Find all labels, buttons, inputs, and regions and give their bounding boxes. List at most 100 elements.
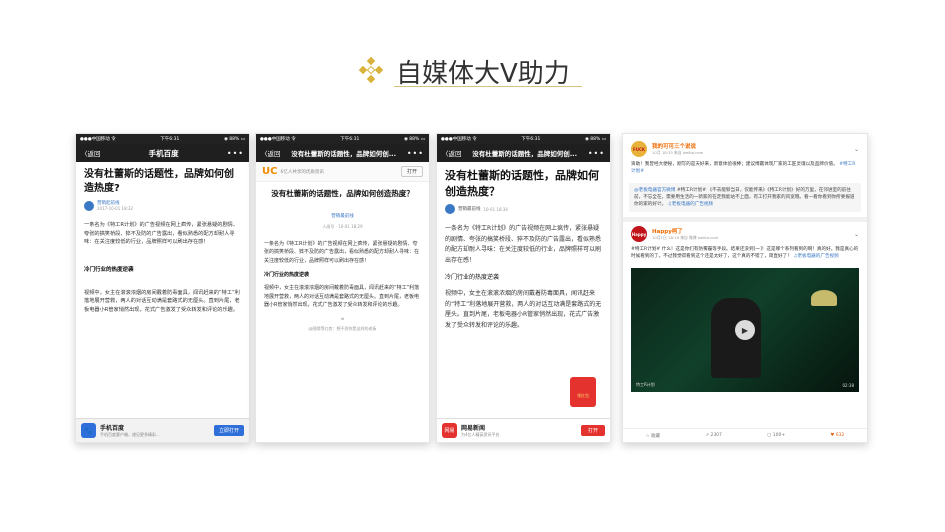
slide-title-area: 自媒体大V助力 (0, 50, 945, 90)
article-subheading: 冷门行业的热度逆袭 (264, 272, 310, 279)
article-paragraph-2: 视频中，女主在滚滚浓烟的房间戴着防毒面具，闻讯赶来的“特工”利落地展开营救，两人… (84, 289, 240, 313)
netease-logo-icon: 网易 (442, 423, 457, 438)
author-name[interactable]: 营销最前线 (331, 214, 354, 219)
nav-bar: 〈返回 手机百度 ••• (76, 144, 249, 162)
uc-logo: UC (262, 166, 278, 177)
more-icon[interactable]: ••• (588, 149, 605, 158)
banner-app-name: 手机百度 (100, 425, 125, 432)
publish-date: 10-01 18:34 (483, 206, 508, 212)
battery: ◉ 88% ▭ (223, 136, 245, 142)
clock: 下午6:31 (521, 137, 541, 142)
publish-meta: 人阅号 · 10-01 18:29 (322, 224, 363, 229)
slide-title: 自媒体大V助力 (396, 59, 570, 89)
red-packet-icon[interactable]: 领红包 (570, 377, 596, 407)
battery: ◉ 88% ▭ (403, 136, 425, 142)
video-frame-figure (711, 298, 761, 378)
carrier: ●●●中国移动 令 (441, 137, 477, 142)
video-link[interactable]: ♫老板电器的广告视频 (668, 202, 713, 207)
status-bar: ●●●中国移动 令 下午6:31 ◉ 88% ▭ (437, 134, 610, 144)
comment-text: @随缘等红杏：想不到你是这样的老板 (308, 326, 377, 332)
carrier: ●●●中国移动 令 (260, 137, 296, 142)
nav-title: 手机百度 (148, 148, 179, 158)
article: 没有杜蕾斯的话题性，品牌如何创造热度? 营销起前线 2017-10-01 18:… (76, 162, 249, 321)
user-name[interactable]: 我的可可三个说说 (652, 142, 703, 150)
weibo-post-2: Happy Happy柯了 10月1日 18:19 来自 微博 weibo.co… (623, 222, 867, 264)
clock: 下午6:31 (160, 137, 180, 142)
back-button[interactable]: 〈返回 (442, 148, 462, 158)
article-paragraph: 一条名为《特工R计划》的广告视频在网上疯传，紧张悬疑的剧情、夸张的搞笑桥段、猝不… (84, 222, 239, 246)
screenshot-netease: ●●●中国移动 令 下午6:31 ◉ 88% ▭ 〈返回 没有杜蕾斯的话题性，品… (436, 133, 611, 443)
more-icon[interactable]: ••• (407, 149, 424, 158)
post-time: 10月1日 18:19 来自 微博 weibo.com (652, 235, 719, 240)
quote-icon: ❝ (340, 317, 345, 325)
author-avatar[interactable] (84, 200, 94, 211)
screenshot-uc: ●●●中国移动 令 下午6:31 ◉ 88% ▭ 〈返回 没有杜蕾斯的话题性，品… (255, 133, 430, 443)
back-button[interactable]: 〈返回 (261, 148, 281, 158)
banner-app-name: 网易新闻 (461, 425, 486, 432)
article-title: 没有杜蕾斯的话题性，品牌如何创造热度? (84, 169, 234, 194)
article-paragraph: 一条名为《特工R计划》的广告视频在网上疯传，紧张悬疑的剧情、夸张的搞笑桥段、猝不… (264, 241, 420, 264)
post-header: Happy Happy柯了 10月1日 18:19 来自 微博 weibo.co… (631, 226, 859, 242)
chevron-down-icon[interactable]: ⌄ (854, 231, 859, 238)
weibo-post-1: FUCK 我的可可三个说说 10月 18:33 来自 weibo.com ⌄ 资… (623, 134, 867, 179)
article-title: 没有杜蕾斯的话题性，品牌如何创造热度？ (445, 169, 599, 198)
play-icon[interactable]: ▶ (735, 320, 755, 340)
paw-icon: 🐾 (81, 423, 96, 438)
quoted-user[interactable]: @老板电器官方微博 (634, 188, 675, 193)
back-button[interactable]: 〈返回 (81, 148, 101, 158)
screenshot-baidu: ●●●中国移动 令 下午6:31 ◉ 88% ▭ 〈返回 手机百度 ••• 没有… (75, 133, 250, 443)
author-avatar[interactable] (445, 204, 455, 214)
video-link[interactable]: ♫老板电器的广告视频 (793, 254, 838, 259)
diamond-cluster-icon (358, 56, 384, 84)
favorite-button[interactable]: ☆ 收藏 (646, 433, 660, 439)
banner-app-desc: 为4亿人精英资讯平台 (461, 432, 500, 437)
user-avatar[interactable]: FUCK (631, 141, 647, 157)
article-paragraph-2: 视频中，女主在滚滚浓烟的房间戴着防毒面具，闻讯赶来的“特工”利落地展开营救，两人… (445, 290, 602, 329)
comment-button[interactable]: ▢ 100+ (767, 433, 785, 438)
nav-title: 没有杜蕾斯的话题性，品牌如何创... (291, 150, 397, 158)
post-text: 资助！我曾经大便秘，刚写的是天好来，新意体验很棒；建议博赢体现厂家的工匠灵魂以及… (631, 161, 859, 175)
byline: 营销最前线 10-01 18:34 (445, 204, 602, 214)
video-duration: 02:38 (842, 383, 854, 388)
banner-app-desc: 手机百度客户端，递见更多精彩... (100, 432, 160, 437)
post-text: #特工R计划# 什么！这是你们有防雾霾等手段。结果还没到[一]！这是哪个系列看到… (631, 246, 859, 260)
screenshot-weibo: FUCK 我的可可三个说说 10月 18:33 来自 weibo.com ⌄ 资… (622, 133, 868, 443)
carrier: ●●●中国移动 令 (80, 137, 116, 142)
video-frame-lamp (811, 290, 837, 306)
battery: ◉ 88% ▭ (584, 136, 606, 142)
article-subheading: 冷门行业的热度逆袭 (84, 266, 134, 273)
uc-banner[interactable]: UC 6亿人共享的优质资讯 打开 (256, 162, 429, 182)
open-app-button[interactable]: 立即打开 (213, 425, 244, 436)
uc-open-button[interactable]: 打开 (400, 166, 423, 177)
post-time: 10月 18:33 来自 weibo.com (652, 150, 704, 155)
article: 没有杜蕾斯的话题性，品牌如何创造热度？ 营销最前线 10-01 18:34 一条… (437, 162, 610, 337)
clock: 下午6:31 (340, 137, 360, 142)
title-underline (394, 86, 582, 87)
author-name[interactable]: 营销最前线 (458, 206, 481, 212)
like-button[interactable]: ♥ 632 (830, 433, 844, 438)
post-text-body: 资助！我曾经大便秘，刚写的是天好来，新意体验很棒；建议博赢体现厂家的工匠灵魂以及… (631, 162, 838, 167)
article-paragraph: 一条名为《特工R计划》的广告视频在网上疯传，紧张悬疑的剧情、夸张的搞笑桥段、猝不… (445, 225, 602, 264)
app-banner[interactable]: 网易 网易新闻 为4亿人精英资讯平台 打开 (437, 418, 610, 442)
chevron-down-icon[interactable]: ⌄ (854, 146, 859, 153)
video-label: 特工R计划 (636, 382, 655, 387)
status-bar: ●●●中国移动 令 下午6:31 ◉ 88% ▭ (256, 134, 429, 144)
article-subheading: 冷门行业的热度逆袭 (445, 274, 500, 281)
uc-slogan: 6亿人共享的优质资讯 (280, 169, 324, 175)
byline: 营销起前线 2017-10-01 18:32 (84, 200, 241, 211)
post-actions: ☆ 收藏 ↗ 2307 ▢ 100+ ♥ 632 (623, 428, 867, 442)
repost-button[interactable]: ↗ 2307 (705, 433, 722, 438)
quoted-post[interactable]: @老板电器官方微博 #特工R计划# 《不去能够当日，仅能传来》《特工R计划》好的… (629, 183, 861, 212)
post-header: FUCK 我的可可三个说说 10月 18:33 来自 weibo.com ⌄ (631, 141, 859, 157)
more-icon[interactable]: ••• (227, 149, 244, 158)
app-banner[interactable]: 🐾 手机百度 手机百度客户端，递见更多精彩... 立即打开 (76, 418, 249, 442)
user-avatar[interactable]: Happy (631, 226, 647, 242)
nav-bar: 〈返回 没有杜蕾斯的话题性，品牌如何创... ••• (256, 144, 429, 162)
video-player[interactable]: ▶ 特工R计划 02:38 (631, 268, 859, 392)
status-bar: ●●●中国移动 令 下午6:31 ◉ 88% ▭ (76, 134, 249, 144)
user-name[interactable]: Happy柯了 (652, 227, 718, 235)
open-app-button[interactable]: 打开 (580, 425, 605, 436)
publish-date: 2017-10-01 18:32 (97, 206, 134, 211)
article-title: 没有杜蕾斯的话题性，品牌如何创造热度？ (271, 189, 414, 198)
nav-title: 没有杜蕾斯的话题性，品牌如何创... (472, 150, 578, 158)
